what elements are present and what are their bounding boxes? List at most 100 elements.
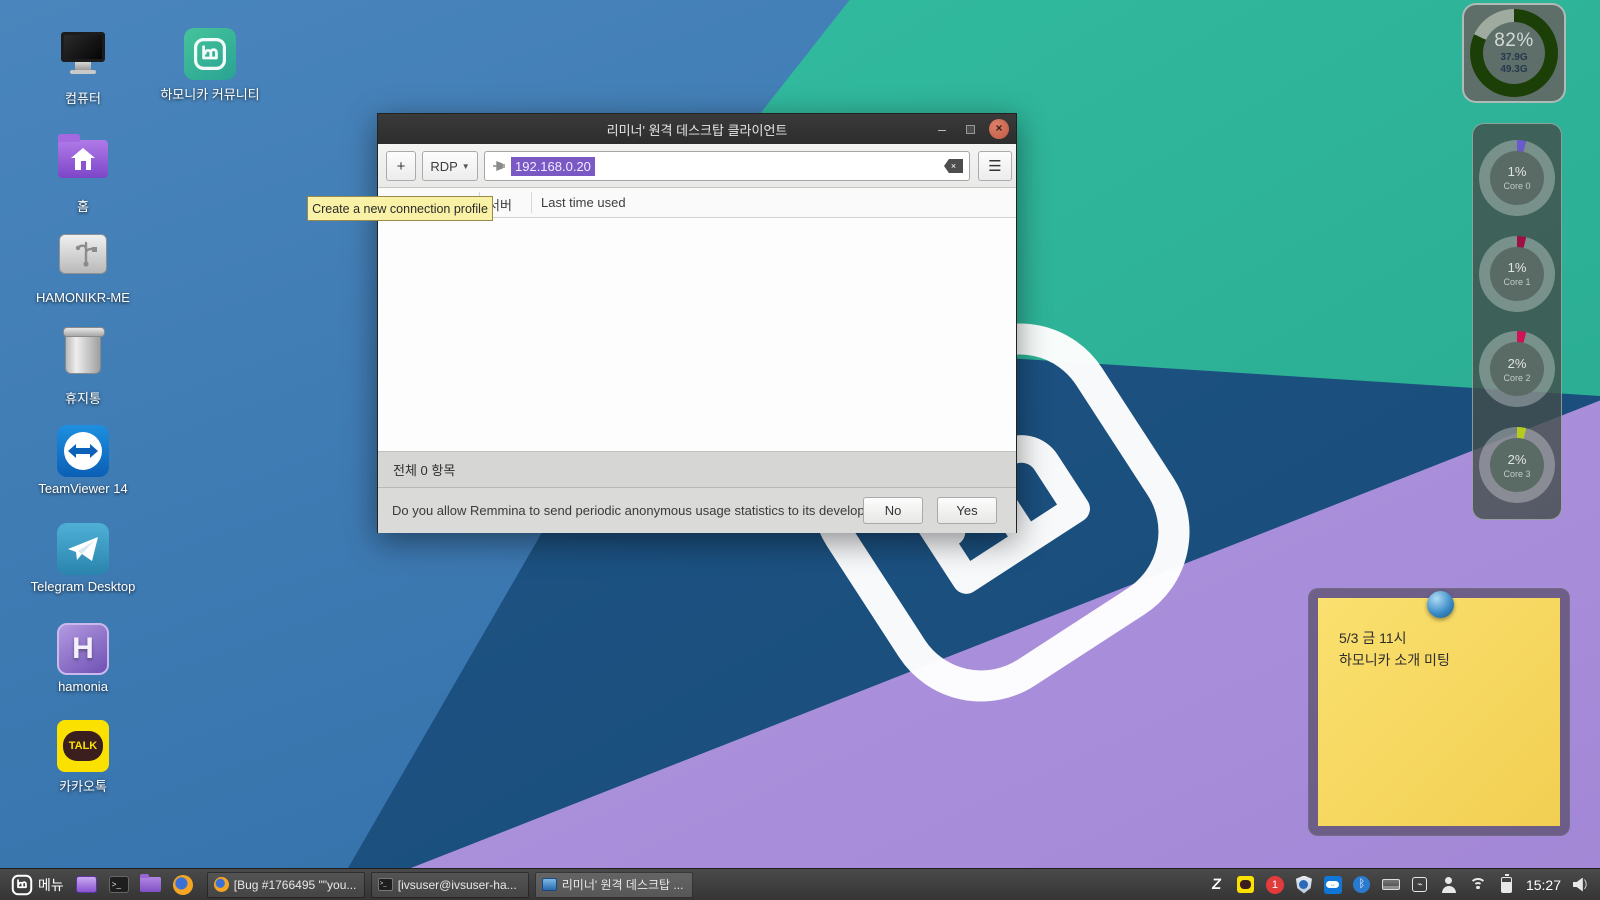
column-last-time-used[interactable]: Last time used — [541, 195, 626, 210]
core-percent: 1% — [1508, 260, 1527, 275]
close-button[interactable]: × — [986, 114, 1012, 144]
desktop-icon-telegram[interactable]: Telegram Desktop — [23, 523, 143, 594]
keyboard-layout-icon[interactable] — [1381, 875, 1401, 895]
icon-label: hamonia — [23, 679, 143, 694]
wifi-icon[interactable] — [1468, 875, 1488, 895]
bluetooth-icon[interactable]: ᛒ — [1352, 875, 1372, 895]
sticky-note-pin-icon — [1427, 591, 1454, 618]
column-separator[interactable] — [531, 192, 532, 213]
kakaotalk-icon: TALK — [57, 720, 109, 772]
disk-size: 49.3G — [1500, 64, 1527, 76]
icon-label: Telegram Desktop — [23, 579, 143, 594]
core-label: Core 2 — [1503, 373, 1530, 383]
main-menu-button[interactable]: ☰ — [978, 151, 1012, 181]
computer-icon — [57, 32, 109, 84]
minimize-button[interactable]: – — [930, 114, 954, 144]
kakaotalk-tray-icon[interactable] — [1236, 875, 1256, 895]
cpu-cores-widget: 1% Core 0 1% Core 1 2% Core 2 2% Core 3 — [1472, 123, 1562, 520]
maximize-button[interactable] — [958, 114, 982, 144]
icon-label: HAMONIKR-ME — [23, 290, 143, 305]
cpu-core-donut: 1% Core 0 — [1479, 140, 1555, 216]
desktop-icon-trash[interactable]: 휴지통 — [23, 328, 143, 407]
desktop-icon-kakaotalk[interactable]: TALK 카카오톡 — [23, 720, 143, 795]
cpu-core-donut: 1% Core 1 — [1479, 236, 1555, 312]
user-session-icon[interactable] — [1439, 875, 1459, 895]
connection-list-empty[interactable] — [378, 218, 1016, 451]
taskbar: 메뉴 >_ [Bug #1766495 ""you... >_ [ivsuser… — [0, 868, 1600, 900]
icon-label: 휴지통 — [23, 388, 143, 407]
close-icon: × — [989, 119, 1009, 139]
core-label: Core 3 — [1503, 469, 1530, 479]
volume-icon[interactable]: ) — [1570, 875, 1590, 895]
window-title: 리미너' 원격 데스크탑 클라이언트 — [607, 120, 788, 139]
tooltip: Create a new connection profile — [307, 196, 493, 221]
kakaotalk-badge-text: TALK — [69, 740, 98, 752]
total-items-text: 전체 0 항목 — [393, 460, 455, 479]
mint-menu-icon — [11, 874, 33, 896]
show-desktop-button[interactable] — [75, 873, 99, 897]
icon-label: 홈 — [23, 196, 143, 215]
protocol-value: RDP — [430, 159, 457, 174]
firefox-icon — [214, 877, 229, 892]
note-line1: 5/3 금 11시 — [1339, 627, 1450, 649]
menu-button[interactable]: 메뉴 — [4, 869, 71, 900]
server-address-selected-text: 192.168.0.20 — [511, 157, 595, 176]
clear-input-icon[interactable]: × — [944, 159, 963, 173]
core-percent: 1% — [1508, 164, 1527, 179]
task-label: [ivsuser@ivsuser-ha... — [398, 878, 517, 892]
protocol-dropdown[interactable]: RDP ▼ — [422, 151, 478, 181]
hamonikr-community-icon — [184, 28, 236, 80]
icon-label: 하모니카 커뮤니티 — [150, 84, 270, 103]
hamonia-icon: H — [57, 623, 109, 675]
terminal-launcher[interactable]: >_ — [107, 873, 131, 897]
clock[interactable]: 15:27 — [1526, 877, 1561, 893]
task-remmina[interactable]: 리미너' 원격 데스크탑 ... — [535, 872, 693, 898]
note-line2: 하모니카 소개 미팅 — [1339, 649, 1450, 671]
yes-button[interactable]: Yes — [937, 497, 997, 524]
battery-icon[interactable] — [1497, 875, 1517, 895]
disk-usage-widget: 82% 37.9G 49.3G — [1462, 3, 1566, 103]
trash-icon — [57, 332, 109, 384]
remmina-icon — [542, 878, 557, 891]
task-label: [Bug #1766495 ""you... — [234, 878, 357, 892]
desktop-icon-hamonia[interactable]: H hamonia — [23, 623, 143, 694]
menu-label: 메뉴 — [38, 875, 64, 895]
teamviewer-icon — [57, 425, 109, 477]
cpu-core-donut: 2% Core 2 — [1479, 331, 1555, 407]
new-connection-button[interactable]: + — [386, 151, 416, 181]
show-desktop-icon — [76, 876, 97, 893]
icon-label: TeamViewer 14 — [23, 481, 143, 496]
hamburger-icon: ☰ — [988, 157, 1001, 175]
files-launcher[interactable] — [139, 873, 163, 897]
desktop-icon-home[interactable]: 홈 — [23, 130, 143, 215]
task-terminal[interactable]: >_ [ivsuser@ivsuser-ha... — [371, 872, 529, 898]
shield-icon[interactable] — [1294, 875, 1314, 895]
task-firefox-bug[interactable]: [Bug #1766495 ""you... — [207, 872, 365, 898]
desktop-icon-usb-drive[interactable]: HAMONIKR-ME — [23, 228, 143, 305]
no-button[interactable]: No — [863, 497, 923, 524]
task-label: 리미너' 원격 데스크탑 ... — [562, 876, 684, 893]
sticky-note-text: 5/3 금 11시 하모니카 소개 미팅 — [1339, 627, 1450, 671]
chevron-down-icon: ▼ — [462, 162, 470, 171]
firefox-launcher[interactable] — [171, 873, 195, 897]
telegram-icon — [57, 523, 109, 575]
maximize-icon — [966, 125, 975, 134]
disk-usage-donut: 82% 37.9G 49.3G — [1470, 9, 1558, 97]
update-notifier-icon[interactable]: 1 — [1265, 875, 1285, 895]
desktop-icon-computer[interactable]: 컴퓨터 — [23, 28, 143, 107]
desktop: 컴퓨터 하모니카 커뮤니티 홈 — [0, 0, 1600, 900]
folder-icon — [140, 877, 161, 892]
desktop-icon-hamonikr-community[interactable]: 하모니카 커뮤니티 — [150, 28, 270, 103]
core-percent: 2% — [1508, 356, 1527, 371]
desktop-icon-teamviewer[interactable]: TeamViewer 14 — [23, 425, 143, 496]
teamviewer-tray-icon[interactable]: ↔ — [1323, 875, 1343, 895]
core-percent: 2% — [1508, 452, 1527, 467]
nimf-hangul-icon[interactable]: ⌁ — [1410, 875, 1430, 895]
server-address-input[interactable]: 192.168.0.20 × — [484, 151, 970, 181]
sticky-note-widget[interactable]: 5/3 금 11시 하모니카 소개 미팅 — [1308, 588, 1570, 836]
input-method-icon[interactable]: Z — [1207, 875, 1227, 895]
icon-label: 카카오톡 — [23, 776, 143, 795]
window-titlebar[interactable]: 리미너' 원격 데스크탑 클라이언트 – × — [378, 114, 1016, 144]
connect-plug-icon — [491, 158, 507, 174]
statistics-question: Do you allow Remmina to send periodic an… — [392, 503, 890, 518]
